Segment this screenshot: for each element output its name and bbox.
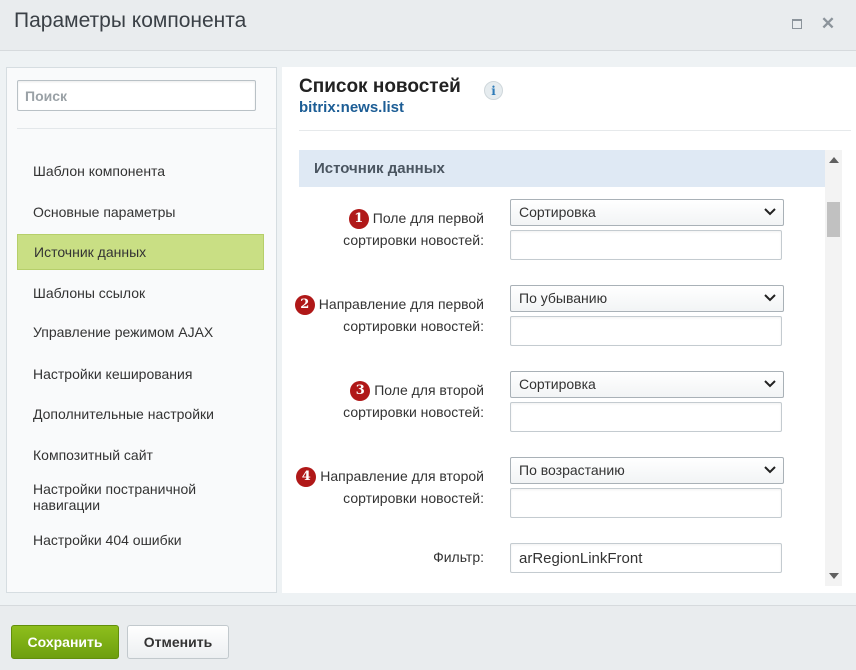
content-panel: Список новостей i bitrix:news.list Источ… [282,67,856,593]
field-label-line: сортировки новостей: [343,232,484,249]
field-label-line: сортировки новостей: [343,490,484,507]
sort-by-2-select[interactable]: Сортировка [510,371,784,398]
sort-by-1-select[interactable]: Сортировка [510,199,784,226]
chevron-down-icon [764,294,776,302]
scrollbar[interactable] [825,150,842,586]
chevron-down-icon [764,380,776,388]
chevron-down-icon [764,466,776,474]
sidebar-item-composite-site[interactable]: Композитный сайт [17,446,264,464]
sidebar-item-404-settings[interactable]: Настройки 404 ошибки [17,531,264,549]
select-value: Сортировка [519,204,596,220]
sidebar-item-main-params[interactable]: Основные параметры [17,203,264,221]
chevron-down-icon [764,208,776,216]
step-marker: 2 [294,295,315,316]
field-label-line: Направление для первой [318,296,484,312]
component-title: Список новостей [299,76,461,97]
step-marker: 4 [296,467,317,488]
field-label-line: сортировки новостей: [343,318,484,335]
maximize-icon[interactable] [789,16,805,32]
search-input[interactable] [17,80,256,111]
field-label-line: сортировки новостей: [343,404,484,421]
field-label-sort-by-1: 1 Поле для первой сортировки новостей: [284,207,484,251]
step-marker: 1 [348,209,369,230]
dialog-body: Шаблон компонента Основные параметры Ист… [0,50,856,605]
field-label-sort-order-2: 4 Направление для второй сортировки новос… [284,465,484,509]
scrollbar-thumb[interactable] [827,202,840,237]
close-icon[interactable]: ✕ [820,14,836,33]
component-code: bitrix:news.list [299,99,405,116]
sort-order-1-select[interactable]: По убыванию [510,285,784,312]
sidebar-item-component-template[interactable]: Шаблон компонента [17,162,264,180]
scroll-down-arrow-icon[interactable] [829,573,839,579]
save-button[interactable]: Сохранить [11,625,119,659]
sort-order-1-custom-input[interactable] [510,316,782,346]
content-divider [299,130,851,131]
field-label-line: Поле для второй [374,382,484,398]
select-value: По возрастанию [519,462,625,478]
filter-label: Фильтр: [433,549,484,565]
sidebar: Шаблон компонента Основные параметры Ист… [6,67,277,593]
select-value: По убыванию [519,290,608,306]
select-value: Сортировка [519,376,596,392]
field-label-sort-by-2: 3 Поле для второй сортировки новостей: [284,379,484,423]
section-header: Источник данных [299,150,825,187]
field-label-line: Поле для первой [372,210,484,226]
sidebar-item-cache-settings[interactable]: Настройки кеширования [17,365,264,383]
sort-order-2-select[interactable]: По возрастанию [510,457,784,484]
field-label-line: Направление для второй [320,468,484,484]
sidebar-item-pagination-settings[interactable]: Настройки постраничной навигации [17,480,264,514]
dialog-footer: Сохранить Отменить [0,605,856,670]
sidebar-item-data-source[interactable]: Источник данных [17,234,264,270]
scroll-up-arrow-icon[interactable] [829,157,839,163]
field-label-sort-order-1: 2 Направление для первой сортировки новос… [284,293,484,337]
dialog-title: Параметры компонента [14,9,247,32]
cancel-button[interactable]: Отменить [127,625,229,659]
sidebar-divider [17,128,276,129]
sort-by-1-custom-input[interactable] [510,230,782,260]
dialog-titlebar: Параметры компонента ✕ [0,0,856,50]
sort-order-2-custom-input[interactable] [510,488,782,518]
sidebar-item-ajax-mode[interactable]: Управление режимом AJAX [17,323,264,341]
info-icon[interactable]: i [484,81,503,100]
sidebar-item-extra-settings[interactable]: Дополнительные настройки [17,405,264,423]
filter-input[interactable] [510,543,782,573]
sidebar-item-link-templates[interactable]: Шаблоны ссылок [17,284,264,302]
step-marker: 3 [350,381,371,402]
sort-by-2-custom-input[interactable] [510,402,782,432]
